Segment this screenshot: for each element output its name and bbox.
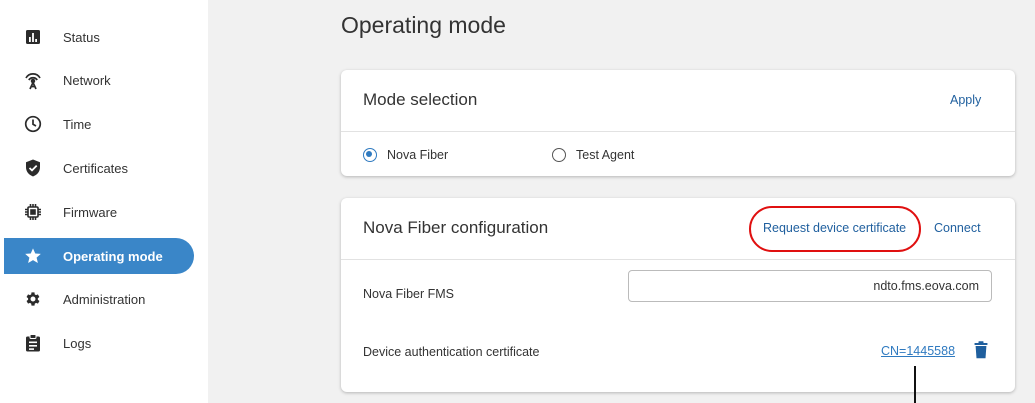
sidebar-item-logs[interactable]: Logs — [4, 325, 194, 361]
sidebar-item-status[interactable]: Status — [4, 19, 194, 55]
clock-icon — [22, 113, 44, 135]
bar-chart-icon — [22, 26, 44, 48]
card-title: Mode selection — [363, 90, 478, 109]
shield-check-icon — [22, 157, 44, 179]
chip-icon — [22, 201, 44, 223]
sidebar-item-operating-mode[interactable]: Operating mode — [4, 238, 194, 274]
annotation-highlight-ellipse — [749, 206, 921, 252]
clipboard-icon — [22, 332, 44, 354]
antenna-icon — [22, 69, 44, 91]
apply-button[interactable]: Apply — [950, 93, 981, 107]
card-header: Mode selection Apply — [341, 70, 1015, 132]
fms-input[interactable] — [628, 270, 992, 302]
sidebar-item-label: Network — [63, 72, 111, 88]
sidebar-item-label: Time — [63, 116, 92, 132]
certificate-link[interactable]: CN=1445588 — [881, 344, 955, 358]
sidebar-item-label: Certificates — [63, 160, 129, 176]
card-title: Nova Fiber configuration — [363, 218, 549, 237]
radio-button[interactable] — [552, 148, 566, 162]
radio-nova-fiber[interactable]: Nova Fiber — [363, 148, 448, 162]
sidebar-item-label: Firmware — [63, 204, 118, 220]
radio-label: Test Agent — [576, 148, 635, 162]
sidebar-item-administration[interactable]: Administration — [4, 281, 194, 317]
certificate-label: Device authentication certificate — [363, 345, 540, 359]
radio-test-agent[interactable]: Test Agent — [552, 148, 634, 162]
sidebar-item-firmware[interactable]: Firmware — [4, 194, 194, 230]
sidebar-item-label: Administration — [63, 291, 146, 307]
connect-button[interactable]: Connect — [934, 221, 981, 235]
star-icon — [22, 245, 44, 267]
fms-label: Nova Fiber FMS — [363, 287, 454, 301]
sidebar-item-label: Operating mode — [63, 248, 163, 264]
mode-selection-card: Mode selection Apply Nova Fiber Test Age… — [341, 70, 1015, 176]
sidebar-item-network[interactable]: Network — [4, 62, 194, 98]
sidebar-item-certificates[interactable]: Certificates — [4, 150, 194, 186]
trash-icon[interactable] — [974, 341, 990, 359]
annotation-pointer-line — [914, 366, 916, 403]
sidebar-item-label: Logs — [63, 335, 92, 351]
sidebar: Status Network Time Certificates Firmwar… — [0, 0, 208, 403]
radio-label: Nova Fiber — [387, 148, 449, 162]
sidebar-item-label: Status — [63, 29, 100, 45]
gear-icon — [22, 288, 44, 310]
page-title: Operating mode — [341, 12, 506, 38]
sidebar-item-time[interactable]: Time — [4, 106, 194, 142]
main-content: Operating mode Mode selection Apply Nova… — [208, 0, 1035, 403]
radio-button-checked[interactable] — [363, 148, 377, 162]
